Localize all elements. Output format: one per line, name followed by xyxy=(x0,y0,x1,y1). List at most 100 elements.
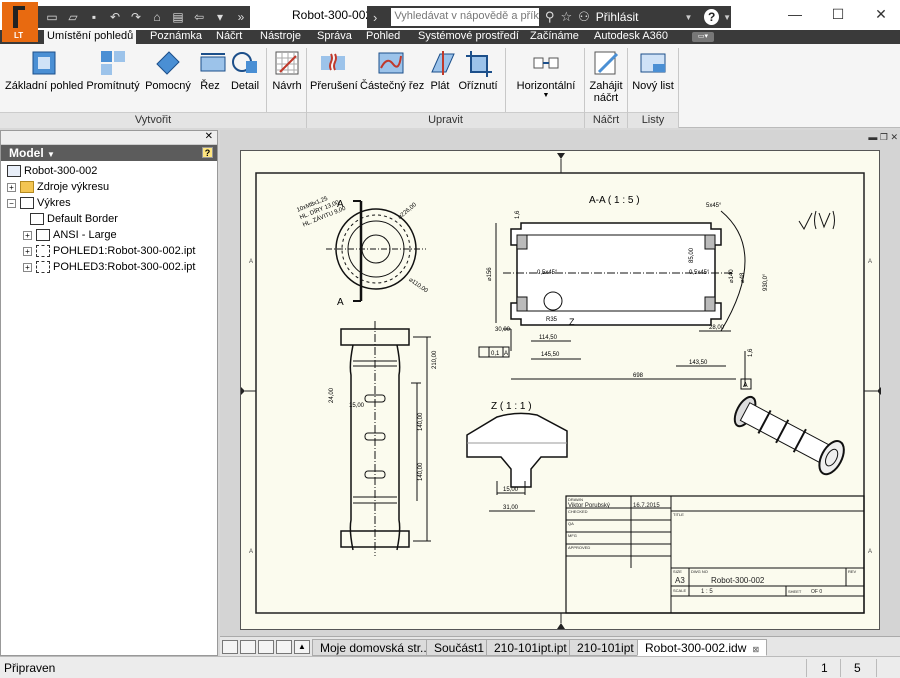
dim-text: ⌀156 xyxy=(487,267,493,281)
new-sheet-icon xyxy=(640,53,666,73)
tb-mfg: MFG xyxy=(568,533,577,538)
help-search-input[interactable]: Vyhledávat v nápovědě a příkaze xyxy=(391,8,539,26)
tab-tools[interactable]: Nástroje xyxy=(260,30,301,44)
projected-view-button[interactable]: Promítnutý xyxy=(85,48,141,92)
base-view-button[interactable]: Základní pohled xyxy=(5,48,83,92)
browser-title-dropdown[interactable]: Model ▼ ? xyxy=(1,145,217,161)
tab-sketch[interactable]: Náčrt xyxy=(216,30,242,44)
tile-grid-icon[interactable] xyxy=(240,640,256,654)
tb-approved: APPROVED xyxy=(568,545,590,550)
tab-manage[interactable]: Správa xyxy=(317,30,352,44)
minimize-icon[interactable]: — xyxy=(785,6,805,22)
save-icon[interactable]: ▪ xyxy=(85,10,103,24)
view-icon xyxy=(36,245,50,258)
dim-text: 1,6 xyxy=(515,210,521,219)
chevron-down-icon[interactable]: ▼ xyxy=(684,13,692,22)
slice-button[interactable]: Plát xyxy=(428,48,455,92)
start-sketch-label-2: náčrt xyxy=(593,92,619,104)
close-tab-icon[interactable]: ⊠ xyxy=(752,645,759,654)
canvas-close-icon[interactable]: ✕ xyxy=(890,132,898,142)
help-button[interactable]: ? xyxy=(704,9,720,25)
ribbon-minimize-toggle[interactable]: ▭▾ xyxy=(692,32,714,42)
redo-icon[interactable]: ↷ xyxy=(127,10,145,24)
expand-icon[interactable]: + xyxy=(7,182,16,192)
tab-list-up-icon[interactable]: ▲ xyxy=(294,640,310,654)
tab-get-started[interactable]: Začínáme xyxy=(530,30,579,44)
quick-access-toolbar: ▭ ▱ ▪ ↶ ↷ ⌂ ▤ ⇦ ▾ » xyxy=(38,6,250,28)
maximize-icon[interactable]: ☐ xyxy=(828,6,848,23)
expand-icon[interactable]: + xyxy=(23,262,32,272)
tree-item-sheet[interactable]: − Výkres xyxy=(7,195,71,211)
close-icon[interactable]: ✕ xyxy=(871,6,891,23)
tab-annotate[interactable]: Poznámka xyxy=(150,30,202,44)
doc-tab-210-101ipt[interactable]: 210-101ipt xyxy=(569,639,642,656)
crop-button[interactable]: Oříznutí xyxy=(458,48,498,92)
tree-label: Zdroje výkresu xyxy=(37,181,110,193)
tree-item-root[interactable]: Robot-300-002 xyxy=(7,163,97,179)
canvas-restore-icon[interactable]: ❐ xyxy=(880,132,888,142)
more-icon[interactable]: » xyxy=(232,10,250,24)
section-view-label: A-A ( 1 : 5 ) xyxy=(589,195,640,206)
chevron-right-icon: › xyxy=(373,9,378,25)
detail-view-button[interactable]: Detail xyxy=(228,48,262,92)
expand-icon[interactable]: + xyxy=(23,230,32,240)
home-icon[interactable]: ⌂ xyxy=(148,10,166,24)
draft-view-button[interactable]: Návrh xyxy=(271,48,303,92)
start-sketch-label: Zahájit xyxy=(589,80,623,92)
section-view-label: Řez xyxy=(200,80,220,92)
tree-item-drawing-resources[interactable]: + Zdroje výkresu xyxy=(7,179,109,195)
help-dropdown-icon[interactable]: ▼ xyxy=(723,13,731,22)
section-view xyxy=(495,210,752,390)
browser-title-label: Model xyxy=(9,146,44,160)
tab-place-views[interactable]: Umístění pohledů xyxy=(44,30,137,44)
sign-in-button[interactable]: Přihlásit xyxy=(596,10,639,24)
doc-tab-home[interactable]: Moje domovská str... xyxy=(312,639,439,656)
break-button[interactable]: Přerušení xyxy=(310,48,358,92)
app-menu-button[interactable]: LT xyxy=(2,2,38,42)
tile-horizontal-icon[interactable] xyxy=(258,640,274,654)
app-logo-label: LT xyxy=(14,31,24,40)
canvas-minimize-icon[interactable]: ▬ xyxy=(868,132,877,142)
doc-tab-robot-300-002[interactable]: Robot-300-002.idw ⊠ xyxy=(637,639,768,656)
print-icon[interactable]: ▤ xyxy=(169,10,187,24)
tab-environments[interactable]: Systémové prostředí xyxy=(418,30,519,44)
break-out-label: Částečný řez xyxy=(360,80,425,92)
section-view-button[interactable]: Řez xyxy=(198,48,226,92)
expand-icon[interactable]: + xyxy=(23,246,32,256)
doc-tab-part1[interactable]: Součást1 xyxy=(426,639,493,656)
star-icon[interactable]: ☆ xyxy=(560,9,572,25)
dim-text: 31,00 xyxy=(503,505,519,511)
collapse-icon[interactable]: − xyxy=(7,198,16,208)
tile-vertical-icon[interactable] xyxy=(276,640,292,654)
tb-sheet-of: OF 0 xyxy=(811,589,822,595)
auxiliary-view-label: Pomocný xyxy=(145,80,191,92)
start-sketch-button[interactable]: Zahájit náčrt xyxy=(588,48,624,104)
cascade-icon[interactable] xyxy=(222,640,238,654)
browser-close-icon[interactable]: ✕ xyxy=(205,131,213,142)
new-sheet-button[interactable]: Nový list xyxy=(631,48,675,92)
open-file-icon[interactable]: ▱ xyxy=(64,10,82,24)
horizontal-dropdown-icon[interactable]: ▼ xyxy=(515,92,577,99)
doc-tab-210-101ipt-ipt[interactable]: 210-101ipt.ipt xyxy=(486,639,575,656)
ribbon-tab-bar: Umístění pohledů Poznámka Náčrt Nástroje… xyxy=(0,30,900,44)
tree-item-view1[interactable]: + POHLED1:Robot-300-002.ipt xyxy=(23,243,195,259)
undo-icon[interactable]: ↶ xyxy=(106,10,124,24)
dim-text: 5x45° xyxy=(706,203,722,209)
tree-item-view3[interactable]: + POHLED3:Robot-300-002.ipt xyxy=(23,259,195,275)
dim-text: 0,5x45° xyxy=(537,270,558,276)
drawing-canvas[interactable]: ▬ ❐ ✕ A A A A A A 10xM8x1,25 HL. DÍRY 13… xyxy=(220,130,900,636)
dropdown-icon[interactable]: ▾ xyxy=(211,10,229,24)
binoculars-icon[interactable]: ⚲ xyxy=(545,9,555,25)
return-icon[interactable]: ⇦ xyxy=(190,10,208,24)
auxiliary-view-button[interactable]: Pomocný xyxy=(145,48,191,92)
dim-text: A xyxy=(504,351,508,357)
new-file-icon[interactable]: ▭ xyxy=(43,10,61,24)
break-out-button[interactable]: Částečný řez xyxy=(360,48,425,92)
horizontal-button[interactable]: Horizontální ▼ xyxy=(515,48,577,99)
browser-help-icon[interactable]: ? xyxy=(202,147,213,158)
tab-autodesk-a360[interactable]: Autodesk A360 xyxy=(594,30,668,44)
tree-item-title-block[interactable]: + ANSI - Large xyxy=(23,227,117,243)
zone-letter: A xyxy=(868,259,872,265)
tab-view[interactable]: Pohled xyxy=(366,30,400,44)
tree-item-default-border[interactable]: Default Border xyxy=(30,211,118,227)
